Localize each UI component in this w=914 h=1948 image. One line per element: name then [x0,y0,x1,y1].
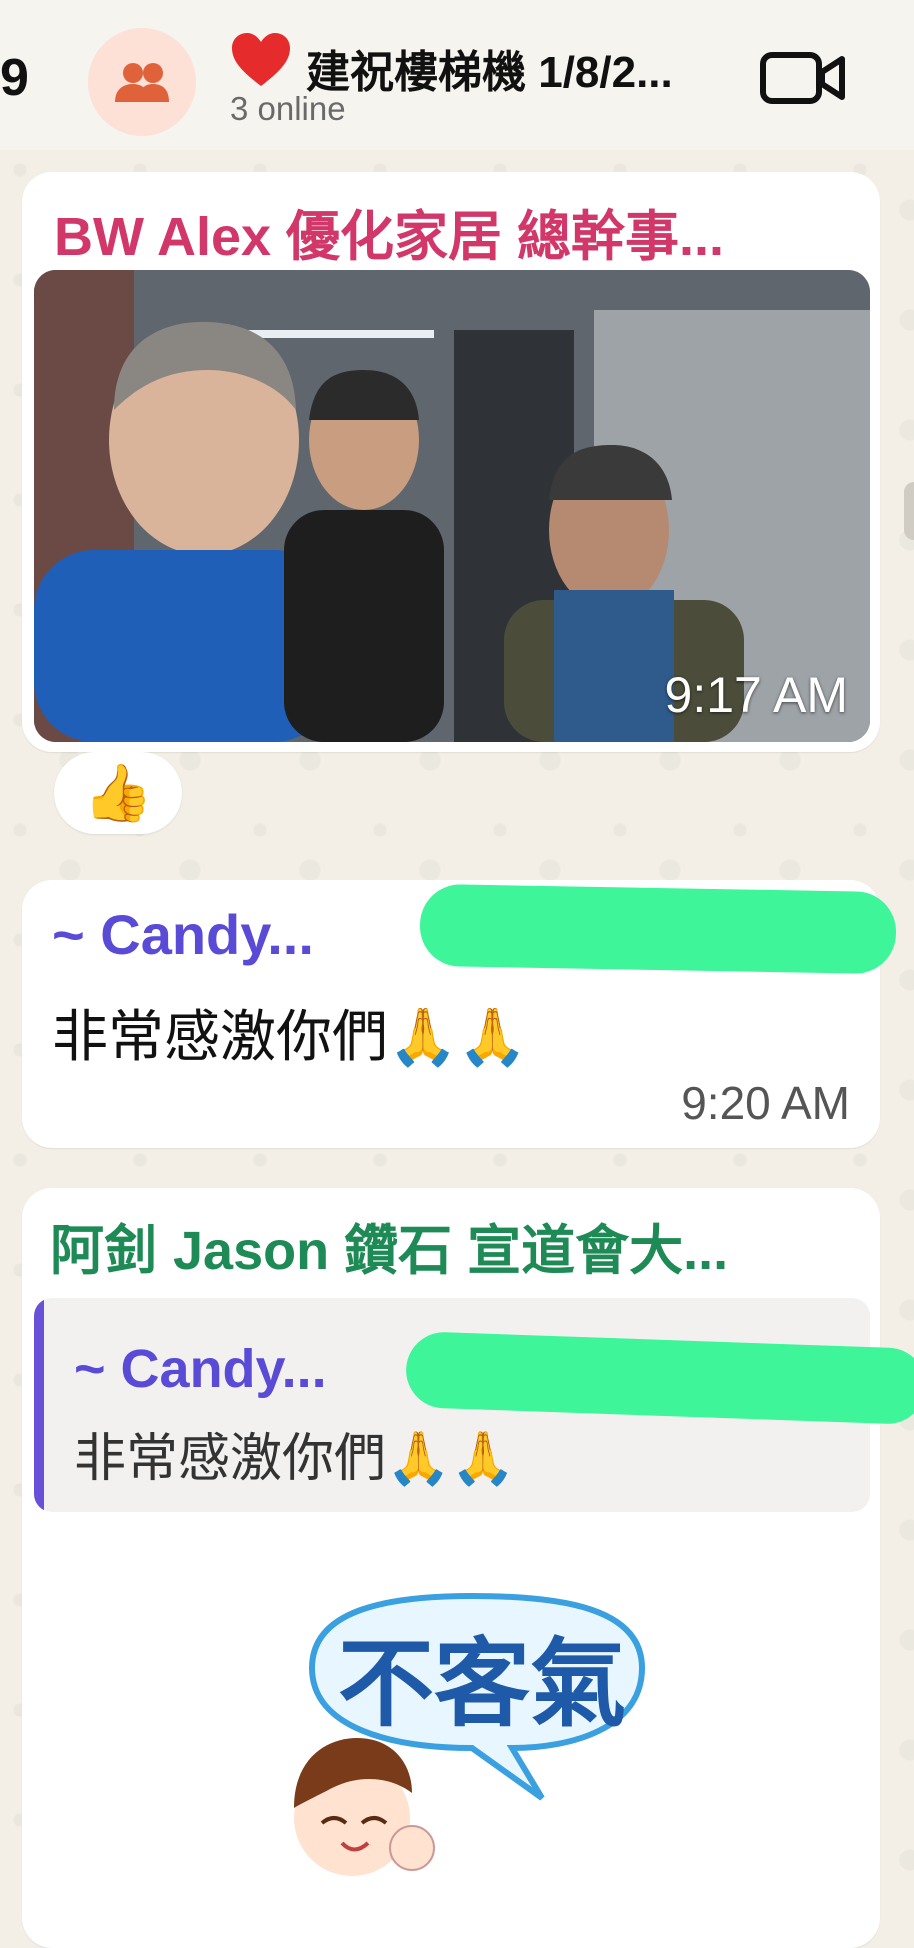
message-bubble-reply[interactable]: 阿釗 Jason 鑽石 宣道會大... ~ Candy... 非常感激你們🙏🙏 … [22,1188,880,1948]
message-sender[interactable]: 阿釗 Jason 鑽石 宣道會大... [50,1206,728,1285]
heart-icon [232,33,290,86]
reaction-thumbs-up[interactable]: 👍 [54,752,182,834]
message-bubble-photo[interactable]: BW Alex 優化家居 總幹事... 9:17 AM [22,172,880,752]
chat-header: 9 建祝樓梯機 1/8/2... 3 online [0,0,914,150]
message-sender[interactable]: BW Alex 優化家居 總幹事... [54,192,724,271]
quoted-text: 非常感激你們🙏🙏 [74,1430,516,1488]
sticker[interactable]: 不客氣 [272,1588,662,1888]
redaction-mark [419,883,897,975]
message-time: 9:20 AM [681,1077,850,1129]
group-avatar[interactable] [88,28,196,136]
message-time: 9:17 AM [664,667,848,723]
sticker-text: 不客氣 [338,1628,626,1740]
message-sender[interactable]: ~ Candy... [52,902,314,967]
chat-title[interactable]: 建祝樓梯機 1/8/2... [306,36,673,100]
shared-photo[interactable]: 9:17 AM [34,270,870,742]
back-unread-count[interactable]: 9 [0,48,29,108]
quote-bar [34,1298,44,1512]
group-icon [115,63,169,102]
message-text: 非常感激你們🙏🙏 [52,1005,528,1068]
scroll-indicator[interactable] [904,482,914,540]
heart-emoji [230,32,292,93]
quoted-sender: ~ Candy... [74,1339,327,1399]
video-camera-icon[interactable] [760,50,846,106]
online-status: 3 online [230,90,346,127]
